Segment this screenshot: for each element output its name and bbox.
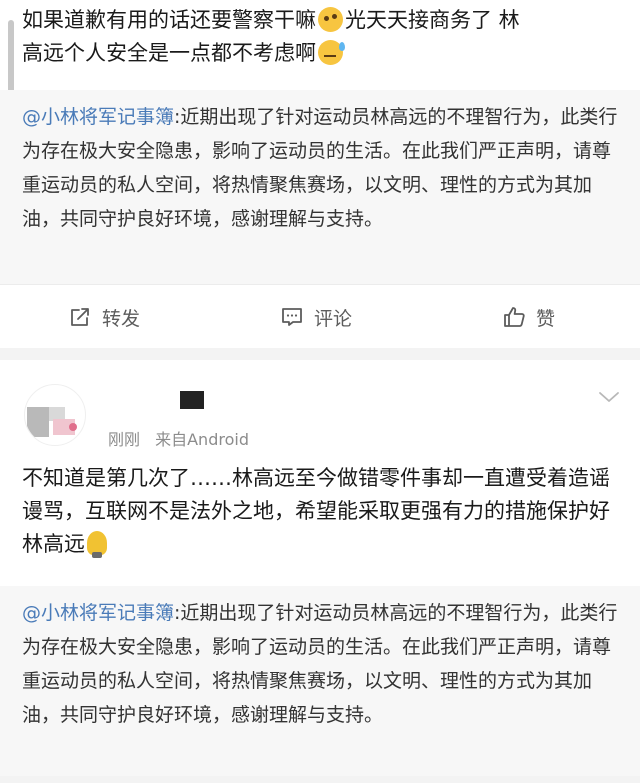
share-icon: [71, 308, 89, 326]
avatar-pixel: [27, 407, 49, 437]
thinking-emoji-icon: [318, 7, 343, 32]
username-redacted[interactable]: [180, 391, 204, 409]
post-1-line1-tail: 光天天接商务了 林: [345, 8, 520, 32]
post-source: 来自Android: [155, 430, 249, 449]
sweat-emoji-icon: [318, 40, 345, 65]
post-time: 刚刚: [108, 430, 141, 449]
like-label: 赞: [536, 307, 556, 330]
action-bar: 转发 评论 赞: [0, 284, 640, 349]
post-card-2: 刚刚 来自Android 不知道是第几次了……林高远至今做错零件事却一直遭受着造…: [0, 360, 640, 586]
post-card-1: 如果道歉有用的话还要警察干嘛 光天天接商务了 林高远个人安全是一点都不考虑啊: [0, 0, 640, 102]
post-2-text: 不知道是第几次了……林高远至今做错零件事却一直遭受着造谣谩骂，互联网不是法外之地…: [22, 462, 626, 561]
comment-label: 评论: [314, 307, 353, 330]
post-meta: 刚刚 来自Android: [108, 426, 249, 450]
chevron-down-icon[interactable]: [598, 390, 620, 404]
forward-button[interactable]: 转发: [68, 285, 140, 349]
forward-label: 转发: [102, 307, 141, 330]
thumbs-up-icon: [504, 307, 525, 327]
quoted-post-1-mention[interactable]: @小林将军记事簿: [22, 106, 174, 128]
post-1-line1: 如果道歉有用的话还要警察干嘛: [22, 8, 316, 32]
post-2-body: 不知道是第几次了……林高远至今做错零件事却一直遭受着造谣谩骂，互联网不是法外之地…: [22, 466, 610, 556]
avatar[interactable]: [24, 384, 86, 446]
post-1-line2: 高远个人安全是一点都不考虑啊: [22, 41, 316, 65]
quoted-post-2-text: @小林将军记事簿:近期出现了针对运动员林高远的不理智行为，此类行为存在极大安全隐…: [22, 596, 624, 732]
quoted-post-2-mention[interactable]: @小林将军记事簿: [22, 602, 174, 624]
quoted-post-2[interactable]: @小林将军记事簿:近期出现了针对运动员林高远的不理智行为，此类行为存在极大安全隐…: [0, 586, 640, 776]
comment-icon: [282, 308, 302, 326]
avatar-pixel: [69, 423, 77, 431]
comment-button[interactable]: 评论: [280, 285, 352, 349]
like-button[interactable]: 赞: [502, 285, 555, 349]
feed-divider: [0, 348, 640, 360]
post-1-text: 如果道歉有用的话还要警察干嘛 光天天接商务了 林高远个人安全是一点都不考虑啊: [22, 4, 626, 70]
quoted-post-1-text: @小林将军记事簿:近期出现了针对运动员林高远的不理智行为，此类行为存在极大安全隐…: [22, 100, 624, 236]
quoted-post-1[interactable]: @小林将军记事簿:近期出现了针对运动员林高远的不理智行为，此类行为存在极大安全隐…: [0, 90, 640, 284]
lightbulb-emoji-icon: [87, 531, 107, 558]
